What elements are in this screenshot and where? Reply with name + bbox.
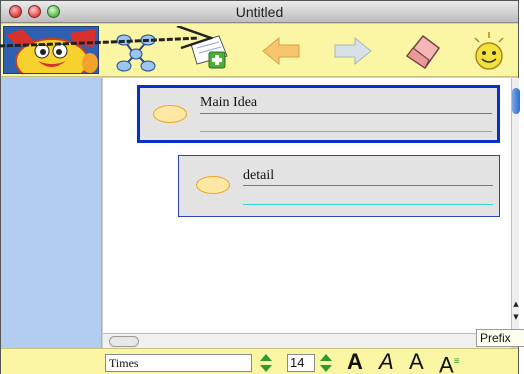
- detail-card[interactable]: detail: [178, 155, 500, 217]
- card-rule-cyan: [243, 204, 493, 205]
- vertical-scrollbar[interactable]: ▲ ▼: [511, 78, 520, 333]
- superscript-label: A: [439, 352, 454, 374]
- sidebar: [1, 78, 102, 348]
- vertical-scroll-thumb[interactable]: [512, 88, 520, 114]
- app-window: Untitled Main Idea detail ▲ ▼ Prefix Tim…: [0, 0, 524, 374]
- italic-button[interactable]: A: [379, 350, 394, 374]
- add-note-icon[interactable]: [187, 30, 233, 72]
- font-size-field[interactable]: 14: [287, 354, 315, 372]
- horizontal-scroll-thumb[interactable]: [109, 336, 139, 347]
- toolbar: [0, 24, 518, 77]
- scroll-up-arrow-icon[interactable]: ▲: [512, 300, 520, 308]
- card-text[interactable]: Main Idea: [200, 95, 257, 111]
- superscript-button[interactable]: A≡: [439, 350, 460, 374]
- avatar-creature-icon[interactable]: [3, 26, 99, 74]
- diagram-canvas[interactable]: Main Idea detail: [103, 78, 511, 333]
- font-size-stepper[interactable]: [319, 353, 333, 373]
- card-oval-icon: [153, 105, 187, 123]
- main-idea-card[interactable]: Main Idea: [137, 85, 500, 143]
- scroll-down-arrow-icon[interactable]: ▼: [512, 313, 520, 321]
- card-text[interactable]: detail: [243, 168, 274, 184]
- card-oval-icon: [196, 176, 230, 194]
- map-node-icon[interactable]: [114, 30, 158, 72]
- card-rule-magenta: [200, 113, 492, 114]
- font-name-stepper[interactable]: [259, 353, 273, 373]
- eraser-icon[interactable]: [401, 30, 445, 72]
- format-bar: Times 14 A A A A≡: [1, 348, 518, 374]
- plain-text-button[interactable]: A: [409, 350, 424, 374]
- card-rule-cyan: [200, 131, 492, 132]
- bold-button[interactable]: A: [347, 350, 363, 374]
- bright-idea-icon[interactable]: [467, 30, 511, 72]
- card-rule-magenta: [243, 185, 493, 186]
- window-title: Untitled: [235, 4, 284, 20]
- title-bar[interactable]: Untitled: [1, 1, 518, 23]
- forward-arrow-icon[interactable]: [331, 30, 375, 72]
- back-arrow-icon[interactable]: [259, 30, 303, 72]
- horizontal-scrollbar[interactable]: [103, 333, 511, 348]
- font-name-field[interactable]: Times: [105, 354, 252, 372]
- tooltip: Prefix: [476, 329, 524, 347]
